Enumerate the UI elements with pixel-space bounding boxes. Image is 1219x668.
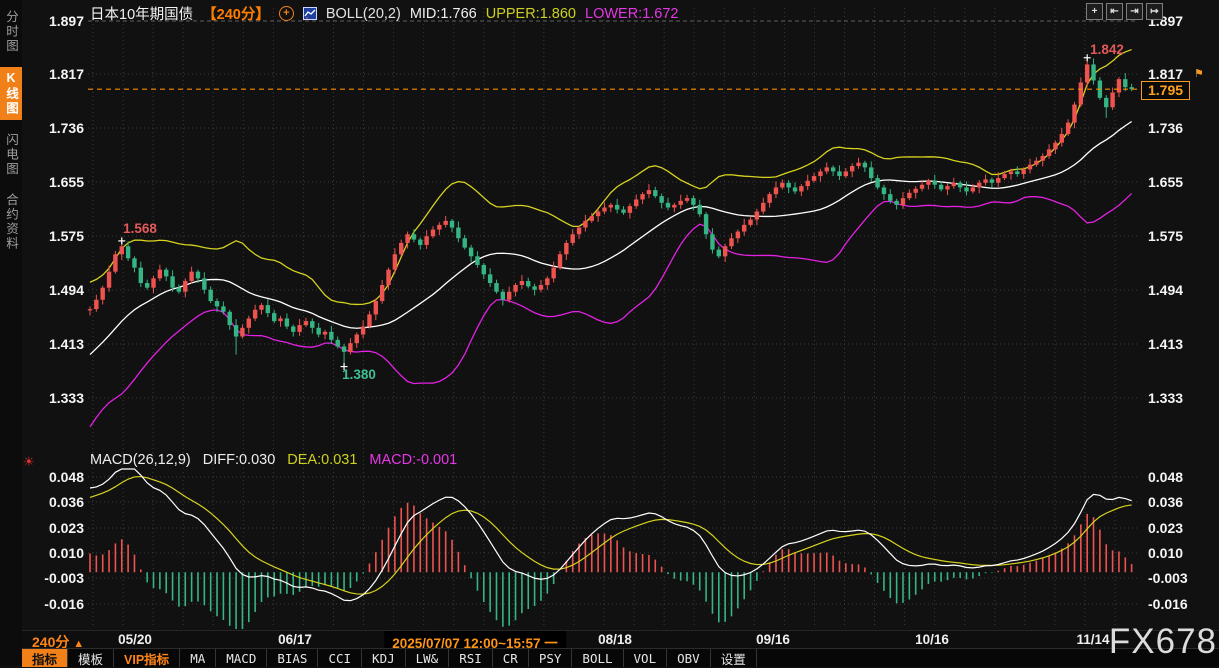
add-indicator-icon[interactable]: + xyxy=(279,6,294,21)
boll-mid-value: MID:1.766 xyxy=(410,6,477,22)
price-axis-label: 1.413 xyxy=(1148,336,1204,352)
extreme-price-label: 1.568 xyxy=(123,221,157,236)
scale-right-icon[interactable]: ⇥ xyxy=(1126,3,1143,20)
macd-axis-label: 0.048 xyxy=(28,469,84,485)
boll-lower-value: LOWER:1.672 xyxy=(585,6,679,22)
time-axis-date: 08/18 xyxy=(598,632,632,647)
macd-axis-label: 0.023 xyxy=(28,520,84,536)
sidebar-tab-1[interactable]: 分时图 xyxy=(0,6,22,58)
macd-header: MACD(26,12,9) DIFF:0.030 DEA:0.031 MACD:… xyxy=(90,452,457,468)
toolbar-item-PSY[interactable]: PSY xyxy=(529,649,573,667)
toolbar-item-模板[interactable]: 模板 xyxy=(68,649,114,667)
price-axis-label: 1.655 xyxy=(1148,174,1204,190)
time-axis-date: 11/14 xyxy=(1076,632,1109,647)
toolbar-item-MA[interactable]: MA xyxy=(180,649,216,667)
macd-axis-label: 0.010 xyxy=(1148,545,1204,561)
price-axis-label: 1.494 xyxy=(28,282,84,298)
kline-chart-canvas[interactable] xyxy=(0,0,1219,630)
toolbar-item-LW&[interactable]: LW& xyxy=(406,649,450,667)
macd-title: MACD(26,12,9) xyxy=(90,452,191,468)
macd-axis-label: 0.036 xyxy=(28,494,84,510)
macd-axis-label: -0.003 xyxy=(1148,570,1204,586)
sidebar-tab-3[interactable]: 闪电图 xyxy=(0,129,22,181)
boll-indicator-label: BOLL(20,2) xyxy=(326,6,401,22)
sidebar-tab-2[interactable]: K线图 xyxy=(0,67,22,120)
time-axis-date: 05/20 xyxy=(118,632,152,647)
macd-axis-label: -0.016 xyxy=(28,596,84,612)
toolbar-item-BIAS[interactable]: BIAS xyxy=(267,649,318,667)
toolbar-item-RSI[interactable]: RSI xyxy=(449,649,493,667)
toolbar-item-VIP指标[interactable]: VIP指标 xyxy=(114,649,180,667)
toolbar-item-指标[interactable]: 指标 xyxy=(22,649,68,667)
toolbar-item-MACD[interactable]: MACD xyxy=(216,649,267,667)
price-axis-label: 1.575 xyxy=(28,228,84,244)
toolbar-item-CR[interactable]: CR xyxy=(493,649,529,667)
scale-left-icon[interactable]: ⇤ xyxy=(1106,3,1123,20)
toolbar-item-CCI[interactable]: CCI xyxy=(318,649,362,667)
toolbar-item-VOL[interactable]: VOL xyxy=(624,649,668,667)
toolbar-item-OBV[interactable]: OBV xyxy=(667,649,711,667)
price-axis-label: 1.413 xyxy=(28,336,84,352)
toolbar-item-KDJ[interactable]: KDJ xyxy=(362,649,406,667)
time-axis-date: 10/16 xyxy=(915,632,949,647)
time-axis-bar: 240分 ▲ 2025/07/07 12:00~15:57 一 05/2006/… xyxy=(22,630,1219,649)
period-label: 【240分】 xyxy=(202,3,270,24)
price-axis-label: 1.575 xyxy=(1148,228,1204,244)
price-axis-label: 1.736 xyxy=(1148,120,1204,136)
go-latest-icon[interactable]: ↦ xyxy=(1146,3,1163,20)
toolbar-item-设置[interactable]: 设置 xyxy=(711,649,757,667)
macd-macd-value: MACD:-0.001 xyxy=(369,452,457,468)
fx678-watermark: FX678 xyxy=(1109,622,1217,662)
time-axis-date: 06/17 xyxy=(278,632,312,647)
macd-axis-label: 0.023 xyxy=(1148,520,1204,536)
indicator-toolbar: 指标模板VIP指标MAMACDBIASCCIKDJLW&RSICRPSYBOLL… xyxy=(22,648,1219,667)
symbol-name: 日本10年期国债 xyxy=(90,3,193,24)
price-axis-label: 1.897 xyxy=(28,13,84,29)
indicator-settings-icon[interactable]: ☀ xyxy=(23,454,35,470)
price-axis-label: 1.736 xyxy=(28,120,84,136)
main-chart-header: 日本10年期国债 【240分】 + BOLL(20,2) MID:1.766 U… xyxy=(90,3,679,24)
toolbar-item-BOLL[interactable]: BOLL xyxy=(572,649,623,667)
macd-diff-value: DIFF:0.030 xyxy=(203,452,276,468)
macd-axis-label: 0.010 xyxy=(28,545,84,561)
sidebar-tab-4[interactable]: 合约资料 xyxy=(0,189,22,255)
macd-axis-label: -0.003 xyxy=(28,570,84,586)
price-axis-label: 1.494 xyxy=(1148,282,1204,298)
extreme-price-label: 1.842 xyxy=(1090,42,1124,57)
boll-upper-value: UPPER:1.860 xyxy=(486,6,576,22)
current-price-tag: 1.795 xyxy=(1141,81,1190,100)
macd-axis-label: 0.048 xyxy=(1148,469,1204,485)
time-axis-date: 09/16 xyxy=(756,632,790,647)
extreme-price-label: 1.380 xyxy=(342,367,376,382)
macd-dea-value: DEA:0.031 xyxy=(287,452,357,468)
macd-axis-label: 0.036 xyxy=(1148,494,1204,510)
price-axis-label: 1.817 xyxy=(28,66,84,82)
kline-app: { "colors":{"up":"#ef5350","down":"#35b5… xyxy=(0,0,1219,666)
chart-scale-toolbar: +⇤⇥↦ xyxy=(1086,3,1163,20)
price-axis-label: 1.333 xyxy=(1148,390,1204,406)
mini-chart-icon[interactable] xyxy=(303,7,317,20)
price-axis-label: 1.655 xyxy=(28,174,84,190)
price-axis-label: 1.333 xyxy=(28,390,84,406)
macd-axis-label: -0.016 xyxy=(1148,596,1204,612)
chart-type-sidebar: 分时图 K线图闪电图合约资料 xyxy=(0,0,22,666)
pan-icon[interactable]: + xyxy=(1086,3,1103,20)
price-alert-flag-icon[interactable]: ⚑ xyxy=(1194,67,1204,80)
